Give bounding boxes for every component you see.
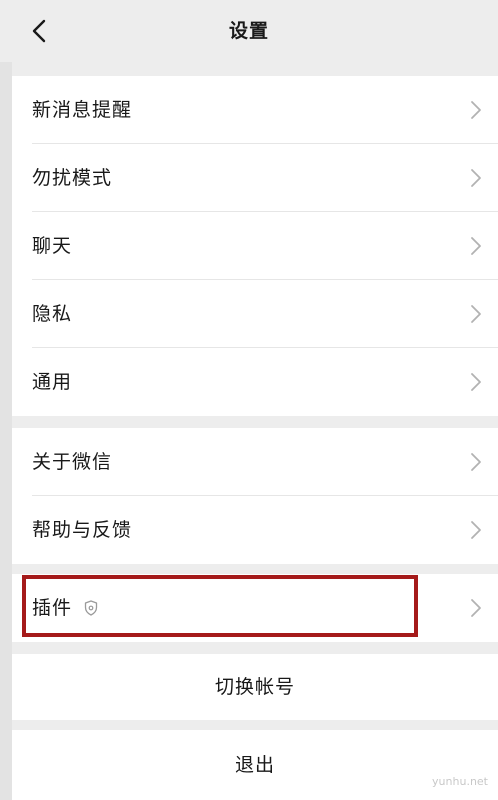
chevron-right-icon xyxy=(471,101,481,119)
settings-item-label: 聊天 xyxy=(32,235,73,257)
settings-item-chat[interactable]: 聊天 xyxy=(12,212,498,280)
settings-item-do-not-disturb[interactable]: 勿扰模式 xyxy=(12,144,498,212)
logout-label: 退出 xyxy=(234,754,275,776)
settings-item-privacy[interactable]: 隐私 xyxy=(12,280,498,348)
page-title: 设置 xyxy=(228,20,269,42)
chevron-right-icon xyxy=(471,237,481,255)
chevron-right-icon xyxy=(471,305,481,323)
left-edge-strip xyxy=(0,60,12,800)
chevron-right-icon xyxy=(471,169,481,187)
settings-item-plugins[interactable]: 插件 xyxy=(12,574,498,642)
chevron-right-icon xyxy=(471,373,481,391)
settings-item-label: 勿扰模式 xyxy=(32,167,113,189)
settings-item-general[interactable]: 通用 xyxy=(12,348,498,416)
switch-account-button[interactable]: 切换帐号 xyxy=(12,654,498,720)
settings-item-label: 关于微信 xyxy=(32,451,113,473)
settings-item-new-message-alerts[interactable]: 新消息提醒 xyxy=(12,76,498,144)
settings-page: 设置 新消息提醒 勿扰模式 聊天 隐私 通用 关于微信 帮助与反馈 插件 切换帐… xyxy=(0,0,498,800)
settings-item-label: 隐私 xyxy=(32,303,73,325)
logout-button[interactable]: 退出 xyxy=(12,730,498,800)
watermark: yunhu.net xyxy=(432,775,488,788)
settings-item-label: 新消息提醒 xyxy=(32,99,133,121)
settings-item-about-wechat[interactable]: 关于微信 xyxy=(12,428,498,496)
shield-icon xyxy=(84,600,98,616)
chevron-right-icon xyxy=(471,453,481,471)
switch-account-label: 切换帐号 xyxy=(214,676,295,698)
settings-group-about: 关于微信 帮助与反馈 xyxy=(12,428,498,564)
settings-item-label: 通用 xyxy=(32,371,73,393)
settings-item-label: 帮助与反馈 xyxy=(32,519,133,541)
nav-bar: 设置 xyxy=(0,0,498,62)
chevron-right-icon xyxy=(471,521,481,539)
settings-item-label: 插件 xyxy=(32,597,73,619)
settings-item-help-feedback[interactable]: 帮助与反馈 xyxy=(12,496,498,564)
settings-group-main: 新消息提醒 勿扰模式 聊天 隐私 通用 xyxy=(12,76,498,416)
chevron-right-icon xyxy=(471,599,481,617)
settings-group-plugins: 插件 xyxy=(12,574,498,642)
